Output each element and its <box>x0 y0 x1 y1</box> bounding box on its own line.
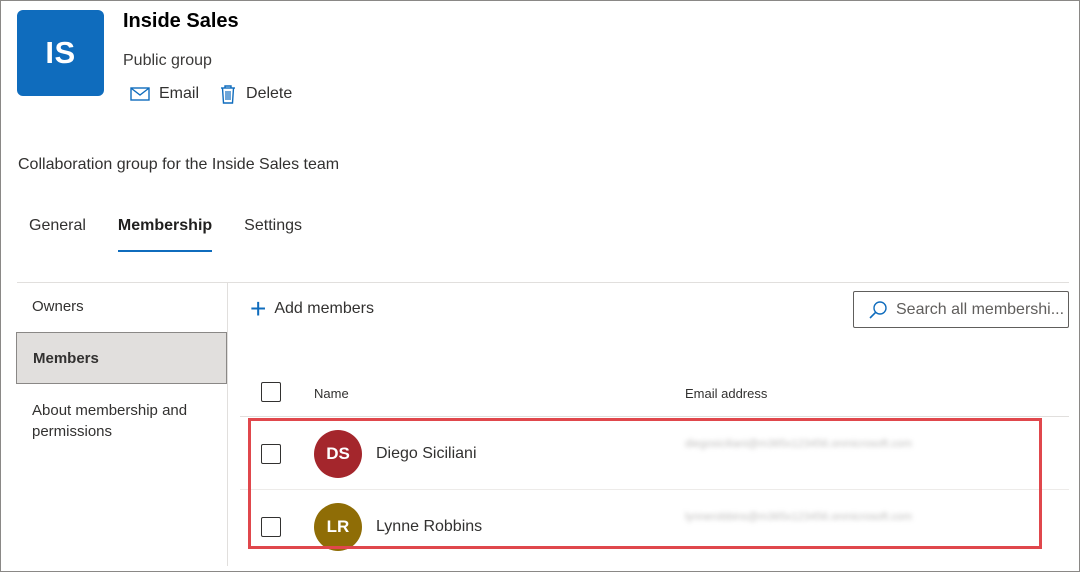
search-input[interactable] <box>896 300 1066 319</box>
email-button[interactable]: Email <box>130 85 199 103</box>
sidebar-item-owners[interactable]: Owners <box>16 298 227 315</box>
divider <box>17 282 1069 283</box>
delete-button[interactable]: Delete <box>219 84 292 104</box>
sidebar-item-label: Members <box>33 349 99 367</box>
row-checkbox[interactable] <box>261 444 281 464</box>
row-checkbox[interactable] <box>261 517 281 537</box>
table-header: Name Email address <box>240 372 1069 417</box>
avatar-initials: LR <box>326 517 350 536</box>
add-members-button[interactable]: + Add members <box>250 293 374 324</box>
member-email: diegosiciliani@m365x123456.onmicrosoft.c… <box>685 438 913 450</box>
tab-settings[interactable]: Settings <box>232 208 314 252</box>
group-actions: Email Delete <box>130 84 312 104</box>
select-all-checkbox[interactable] <box>261 382 281 402</box>
sidebar-item-members[interactable]: Members <box>16 332 227 384</box>
table-row[interactable]: DS Diego Siciliani diegosiciliani@m365x1… <box>240 418 1069 490</box>
plus-icon: + <box>250 293 267 324</box>
avatar-initials: DS <box>326 444 350 463</box>
avatar: DS <box>314 430 362 478</box>
tab-general[interactable]: General <box>17 208 98 252</box>
mail-icon <box>130 87 150 101</box>
member-name[interactable]: Diego Siciliani <box>376 445 477 463</box>
sidebar-divider <box>227 283 228 566</box>
tab-membership[interactable]: Membership <box>106 208 224 252</box>
sidebar-item-about-membership[interactable]: About membership and permissions <box>16 400 227 442</box>
delete-button-label: Delete <box>246 85 293 102</box>
search-icon <box>869 300 887 319</box>
search-box[interactable] <box>853 291 1069 328</box>
avatar: LR <box>314 503 362 551</box>
page-title: Inside Sales <box>123 10 239 32</box>
group-description: Collaboration group for the Inside Sales… <box>18 156 340 173</box>
trash-icon <box>221 85 236 104</box>
member-name[interactable]: Lynne Robbins <box>376 518 482 536</box>
group-initials: IS <box>45 35 76 70</box>
table-row[interactable]: LR Lynne Robbins lynnerobbins@m365x12345… <box>240 491 1069 563</box>
group-avatar: IS <box>17 10 104 96</box>
email-button-label: Email <box>159 85 200 102</box>
group-type-label: Public group <box>123 52 212 69</box>
column-header-email[interactable]: Email address <box>685 386 767 401</box>
member-email: lynnerobbins@m365x123456.onmicrosoft.com <box>685 511 913 523</box>
add-members-label: Add members <box>274 300 374 317</box>
column-header-name[interactable]: Name <box>314 386 349 401</box>
tab-bar: General Membership Settings <box>17 208 322 252</box>
